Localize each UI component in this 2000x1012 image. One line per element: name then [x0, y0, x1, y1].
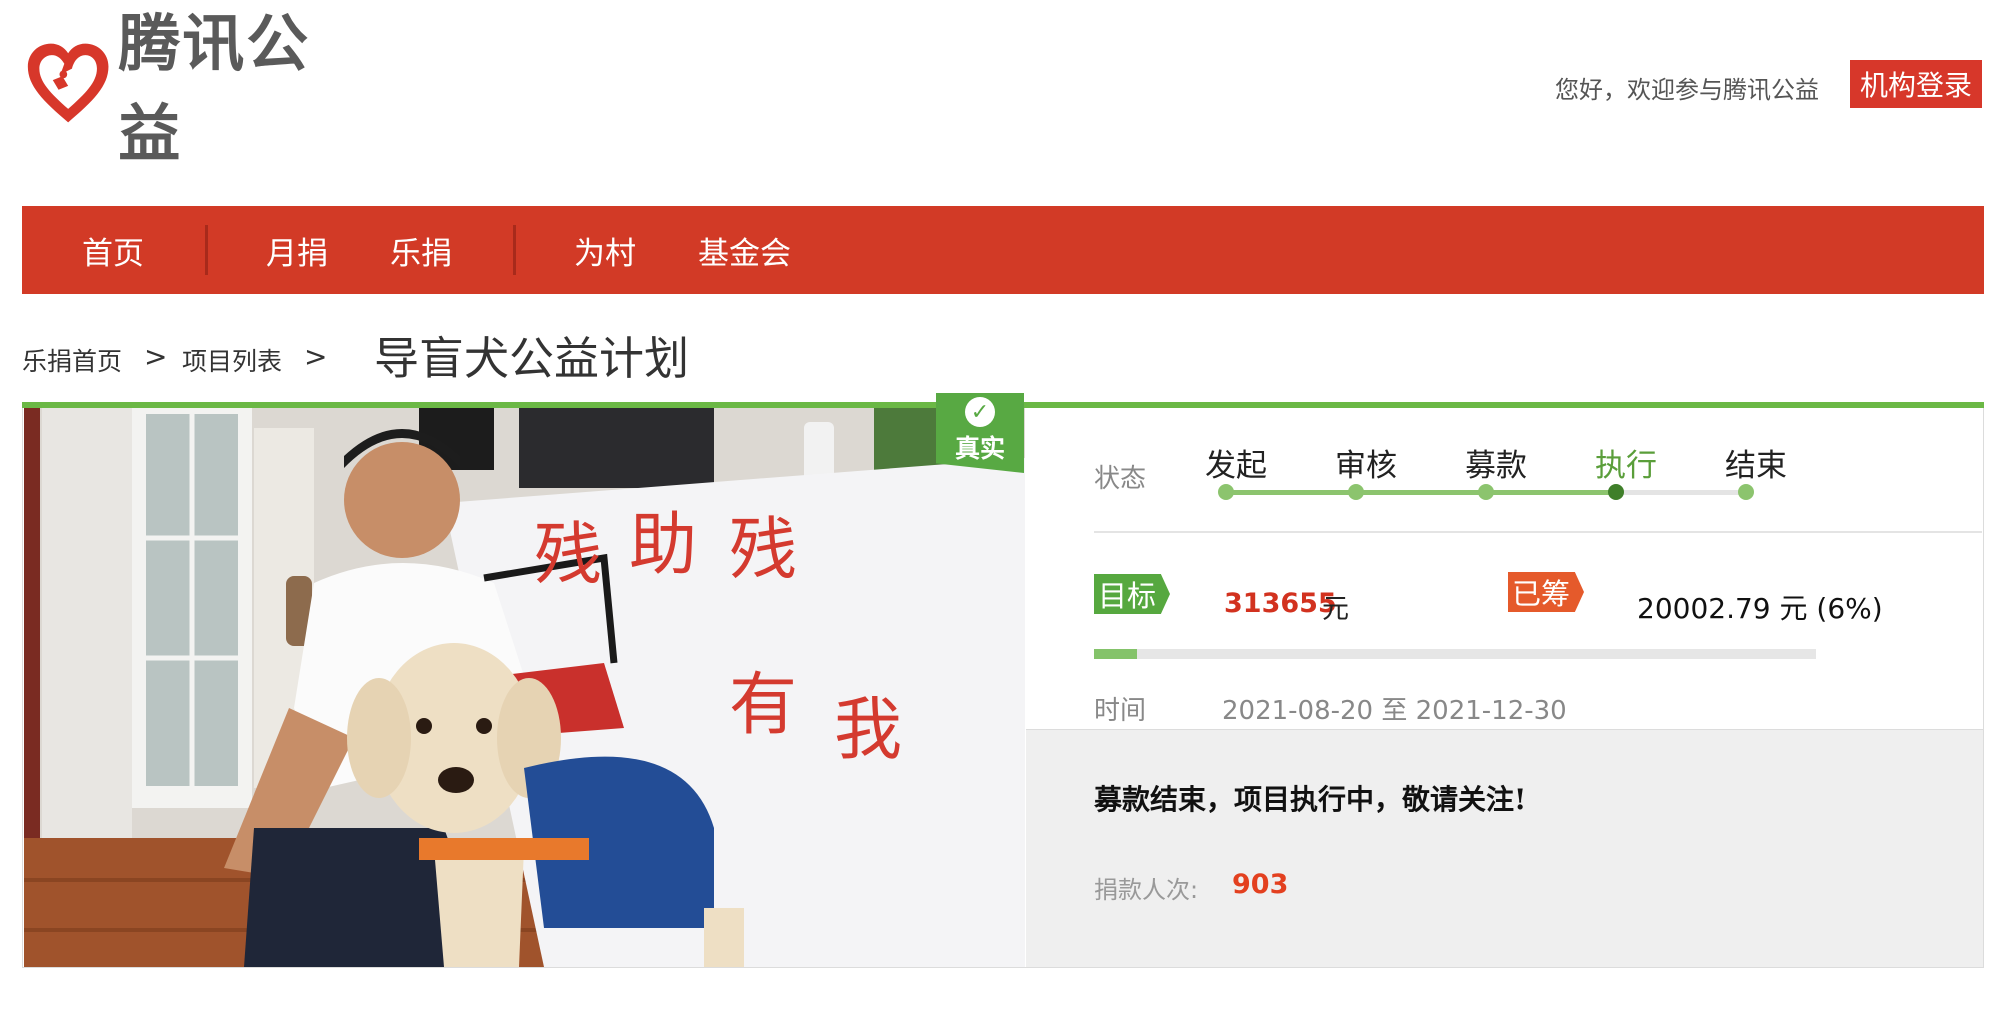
nav-item-ledonate[interactable]: 乐捐 [390, 228, 452, 273]
time-label: 时间 [1094, 696, 1147, 726]
greeting-text: 您好，欢迎参与腾讯公益 [1555, 76, 1819, 104]
status-label: 状态 [1094, 464, 1147, 494]
step-review: 审核 [1335, 448, 1397, 484]
page-title: 导盲犬公益计划 [374, 332, 690, 385]
breadcrumb-list[interactable]: 项目列表 [182, 342, 282, 378]
sign-char: 残 [534, 516, 602, 595]
step-dot [1218, 484, 1234, 500]
nav-divider [205, 225, 208, 275]
status-track-done [1226, 490, 1616, 495]
nav-item-home[interactable]: 首页 [82, 228, 144, 273]
step-fundraise: 募款 [1465, 448, 1527, 484]
time-range: 2021-08-20 至 2021-12-30 [1222, 696, 1567, 726]
step-dot [1738, 484, 1754, 500]
verified-badge-label: 真实 [954, 434, 1005, 463]
step-dot [1478, 484, 1494, 500]
step-dot [1348, 484, 1364, 500]
funding-progress-fill [1094, 649, 1138, 659]
logo-text: 腾讯公益 [118, 7, 311, 170]
tencent-charity-logo[interactable]: 腾讯公益 [24, 7, 364, 170]
divider [1094, 531, 1982, 533]
notice-text: 募款结束，项目执行中，敬请关注! [1094, 783, 1527, 816]
funding-progress-bar [1094, 649, 1816, 659]
raised-amount: 20002.79 元 (6%) [1637, 592, 1883, 625]
sign-char: 有 [729, 666, 797, 745]
breadcrumb-home[interactable]: 乐捐首页 [22, 342, 122, 378]
notice-box [1026, 729, 1983, 967]
sign-char: 我 [834, 691, 902, 770]
guide-dog-photo-illustration: 残 助 残 有 我 [24, 408, 1025, 967]
sign-char: 助 [629, 506, 697, 585]
step-initiate: 发起 [1205, 448, 1267, 484]
status-track-pending [1616, 490, 1746, 495]
target-tag: 目标 [1094, 574, 1170, 614]
step-execute: 执行 [1595, 448, 1657, 484]
check-icon: ✓ [965, 397, 995, 427]
sign-char: 残 [729, 511, 797, 590]
raised-tag: 已筹 [1508, 572, 1584, 612]
verified-badge: ✓ 真实 [936, 393, 1024, 473]
target-unit: 元 [1322, 594, 1349, 625]
donors-count: 903 [1232, 869, 1289, 900]
breadcrumb-separator: > [144, 340, 168, 373]
breadcrumb-separator: > [304, 340, 328, 373]
nav-item-monthly[interactable]: 月捐 [266, 228, 328, 273]
org-login-button[interactable]: 机构登录 [1850, 60, 1982, 108]
donors-label: 捐款人次: [1094, 876, 1199, 904]
nav-divider [513, 225, 516, 275]
project-photo: 残 助 残 有 我 [24, 408, 1025, 967]
main-nav: 首页 月捐 乐捐 为村 基金会 [22, 206, 1984, 294]
step-dot-current [1608, 484, 1624, 500]
step-end: 结束 [1725, 448, 1787, 484]
nav-item-village[interactable]: 为村 [574, 228, 636, 273]
nav-item-foundation[interactable]: 基金会 [698, 228, 791, 273]
target-amount: 313655 [1224, 588, 1337, 619]
heart-logo-icon [27, 43, 109, 123]
